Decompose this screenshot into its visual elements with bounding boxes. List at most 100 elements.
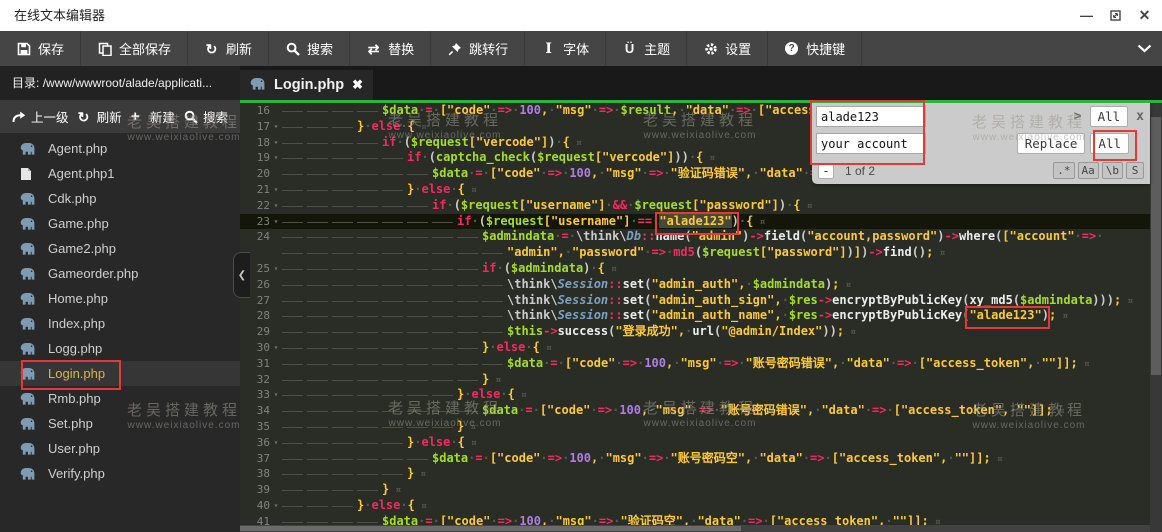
sidebar-item-rmb.php[interactable]: Rmb.php — [0, 386, 240, 411]
toolbar-button-hotkeys[interactable]: ? 快捷键 — [768, 31, 863, 66]
file-name: Cdk.php — [48, 191, 97, 206]
code-line-32[interactable]: 32} ¤ — [240, 371, 1162, 388]
indent-guides — [282, 355, 507, 372]
code-editor[interactable]: 16 $data·=·["code"·=>·100,·"msg"·=>·$resu… — [240, 103, 1162, 532]
toolbar-collapse-button[interactable] — [1126, 31, 1162, 66]
search-input[interactable] — [816, 106, 926, 127]
toolbar-button-label: 设置 — [725, 42, 752, 57]
fold-arrow-icon[interactable]: ▾ — [270, 198, 282, 214]
toolbar-button-replace[interactable]: ⇄ 替换 — [350, 31, 432, 66]
code-line-28[interactable]: 28 \think\Session::set("admin_auth_name",… — [240, 308, 1162, 325]
code-line-23[interactable]: 23 ▾ if·($request["username"]·==·"alade123… — [240, 213, 1162, 230]
maximize-button[interactable] — [1108, 8, 1123, 23]
fold-arrow-icon[interactable]: ▾ — [270, 150, 282, 166]
code-line-39[interactable]: 39} ¤ — [240, 482, 1162, 498]
code-line-37[interactable]: 37 $data·=·["code"·=>·100,·"msg"·=>·"账号密码… — [240, 450, 1162, 467]
sidebar-item-set.php[interactable]: Set.php — [0, 411, 240, 436]
case-sensitive-toggle[interactable]: Aa — [1077, 162, 1099, 179]
code-line-36[interactable]: 36 ▾}·else·{ ¤ — [240, 434, 1162, 451]
sidebar-tool-new[interactable]: + 新建 — [131, 107, 175, 126]
regex-toggle[interactable]: .* — [1053, 162, 1075, 179]
tab-close-icon[interactable]: ✖ — [352, 77, 363, 93]
sidebar-toolbar: 上一级 ↻ 刷新 + 新建 搜索 — [0, 100, 240, 133]
indent-guides — [282, 292, 507, 309]
code-line-22[interactable]: 22 ▾ if·($request["username"]·&&·$request[… — [240, 197, 1162, 214]
sidebar-item-verify.php[interactable]: Verify.php — [0, 461, 240, 486]
code-line-21[interactable]: 21 ▾}·else·{ ¤ — [240, 181, 1162, 198]
sidebar-tool-up-level[interactable]: 上一级 — [12, 107, 69, 126]
sidebar-tool-search[interactable]: 搜索 — [184, 107, 228, 126]
minimize-button[interactable]: — — [1079, 8, 1094, 23]
line-number: 22 — [256, 198, 270, 212]
sidebar-tool-refresh[interactable]: ↻ 刷新 — [78, 107, 122, 126]
fold-arrow-icon[interactable]: ▾ — [270, 387, 282, 403]
sidebar-item-game.php[interactable]: Game.php — [0, 211, 240, 236]
file-name: Login.php — [48, 366, 106, 381]
fold-arrow-icon[interactable]: ▾ — [270, 340, 282, 356]
fold-arrow-icon[interactable]: ▾ — [270, 261, 282, 277]
sidebar-collapse-handle[interactable]: ❮ — [233, 252, 250, 298]
code-line-24[interactable]: 24 $admindata·=·\think\Db::name("admin")-… — [240, 229, 1162, 246]
vertical-scrollbar-thumb[interactable] — [1151, 117, 1161, 375]
fold-arrow-icon[interactable]: ▾ — [270, 435, 282, 451]
toolbar-button-font[interactable]: I 字体 — [525, 31, 607, 66]
refresh-icon: ↻ — [205, 40, 218, 57]
fold-arrow-icon[interactable]: ▾ — [270, 135, 282, 151]
save-all-icon — [97, 41, 112, 56]
code-line-34[interactable]: 34 $data·=·["code"·=>·100,·"msg"·=>·"账号密码… — [240, 403, 1162, 419]
search-in-selection-toggle[interactable]: S — [1126, 162, 1144, 179]
code-line-31[interactable]: 31 $data·=·["code"·=>·100,·"msg"·=>·"账号密码… — [240, 355, 1162, 372]
toolbar-button-refresh[interactable]: ↻ 刷新 — [188, 31, 270, 66]
toolbar-button-save[interactable]: 保存 — [0, 31, 82, 66]
sidebar-item-login.php[interactable]: Login.php — [0, 361, 240, 386]
toolbar-button-save-all[interactable]: 全部保存 — [81, 31, 189, 66]
find-next-icon[interactable]: > — [1074, 109, 1082, 124]
horizontal-scrollbar-thumb[interactable] — [240, 526, 741, 531]
sidebar-item-logg.php[interactable]: Logg.php — [0, 336, 240, 361]
replace-all-button[interactable]: All — [1090, 133, 1129, 154]
sidebar-tool-label: 搜索 — [202, 111, 228, 125]
code-line-30[interactable]: 30 ▾}·else·{ ¤ — [240, 339, 1162, 356]
toggle-replace-button[interactable]: - — [818, 162, 834, 179]
toolbar-button-search[interactable]: 搜索 — [269, 31, 351, 66]
fold-arrow-icon[interactable]: ▾ — [270, 214, 282, 230]
code-line-25[interactable]: 25 ▾ if·($admindata)·{ ¤ — [240, 260, 1162, 277]
tab-login-php[interactable]: Login.php ✖ — [240, 70, 373, 100]
vertical-scrollbar[interactable] — [1150, 103, 1162, 532]
replace-input[interactable] — [816, 133, 926, 154]
line-number: 34 — [256, 404, 270, 418]
code-line-33[interactable]: 33 ▾}·else·{ ¤ — [240, 387, 1162, 404]
code-line-26[interactable]: 26 \think\Session::set("admin_auth",·$adm… — [240, 276, 1162, 293]
sidebar-item-home.php[interactable]: Home.php — [0, 286, 240, 311]
sidebar-item-cdk.php[interactable]: Cdk.php — [0, 186, 240, 211]
code-line-35[interactable]: 35} ¤ — [240, 418, 1162, 435]
search-toggles: .* Aa \b S — [1050, 162, 1144, 179]
toolbar-button-goto-line[interactable]: 跳转行 — [431, 31, 526, 66]
toolbar-button-theme[interactable]: Ü 主题 — [606, 31, 688, 66]
sidebar-tool-label: 刷新 — [96, 111, 122, 125]
close-button[interactable]: ✕ — [1137, 7, 1152, 23]
horizontal-scrollbar[interactable] — [240, 525, 1150, 532]
line-number: 40 — [256, 498, 270, 512]
code-line-38[interactable]: 38} ¤ — [240, 466, 1162, 483]
code-line-wrap[interactable]: "admin",·"password"·=>·md5($request["pas… — [240, 245, 1162, 261]
find-all-button[interactable]: All — [1089, 106, 1129, 127]
sidebar-item-gameorder.php[interactable]: Gameorder.php — [0, 261, 240, 286]
sidebar-item-user.php[interactable]: User.php — [0, 436, 240, 461]
toolbar-button-settings[interactable]: 设置 — [687, 31, 769, 66]
search-close-icon[interactable]: x — [1136, 109, 1144, 124]
sidebar-item-agent.php1[interactable]: Agent.php1 — [0, 161, 240, 186]
whole-word-toggle[interactable]: \b — [1101, 162, 1123, 179]
sidebar-item-index.php[interactable]: Index.php — [0, 311, 240, 336]
sidebar-item-agent.php[interactable]: Agent.php — [0, 136, 240, 161]
replace-button[interactable]: Replace — [1016, 133, 1086, 154]
code-line-27[interactable]: 27 \think\Session::set("admin_auth_sign",… — [240, 292, 1162, 309]
code-line-29[interactable]: 29 $this->success("登录成功",·url("@admin/Ind… — [240, 324, 1162, 340]
php-elephant-icon — [20, 342, 36, 356]
fold-arrow-icon[interactable]: ▾ — [270, 498, 282, 514]
fold-arrow-icon[interactable]: ▾ — [270, 119, 282, 135]
code-line-40[interactable]: 40 ▾}·else·{ ¤ — [240, 497, 1162, 514]
fold-arrow-icon[interactable]: ▾ — [270, 182, 282, 198]
indent-guides — [282, 229, 482, 246]
sidebar-item-game2.php[interactable]: Game2.php — [0, 236, 240, 261]
